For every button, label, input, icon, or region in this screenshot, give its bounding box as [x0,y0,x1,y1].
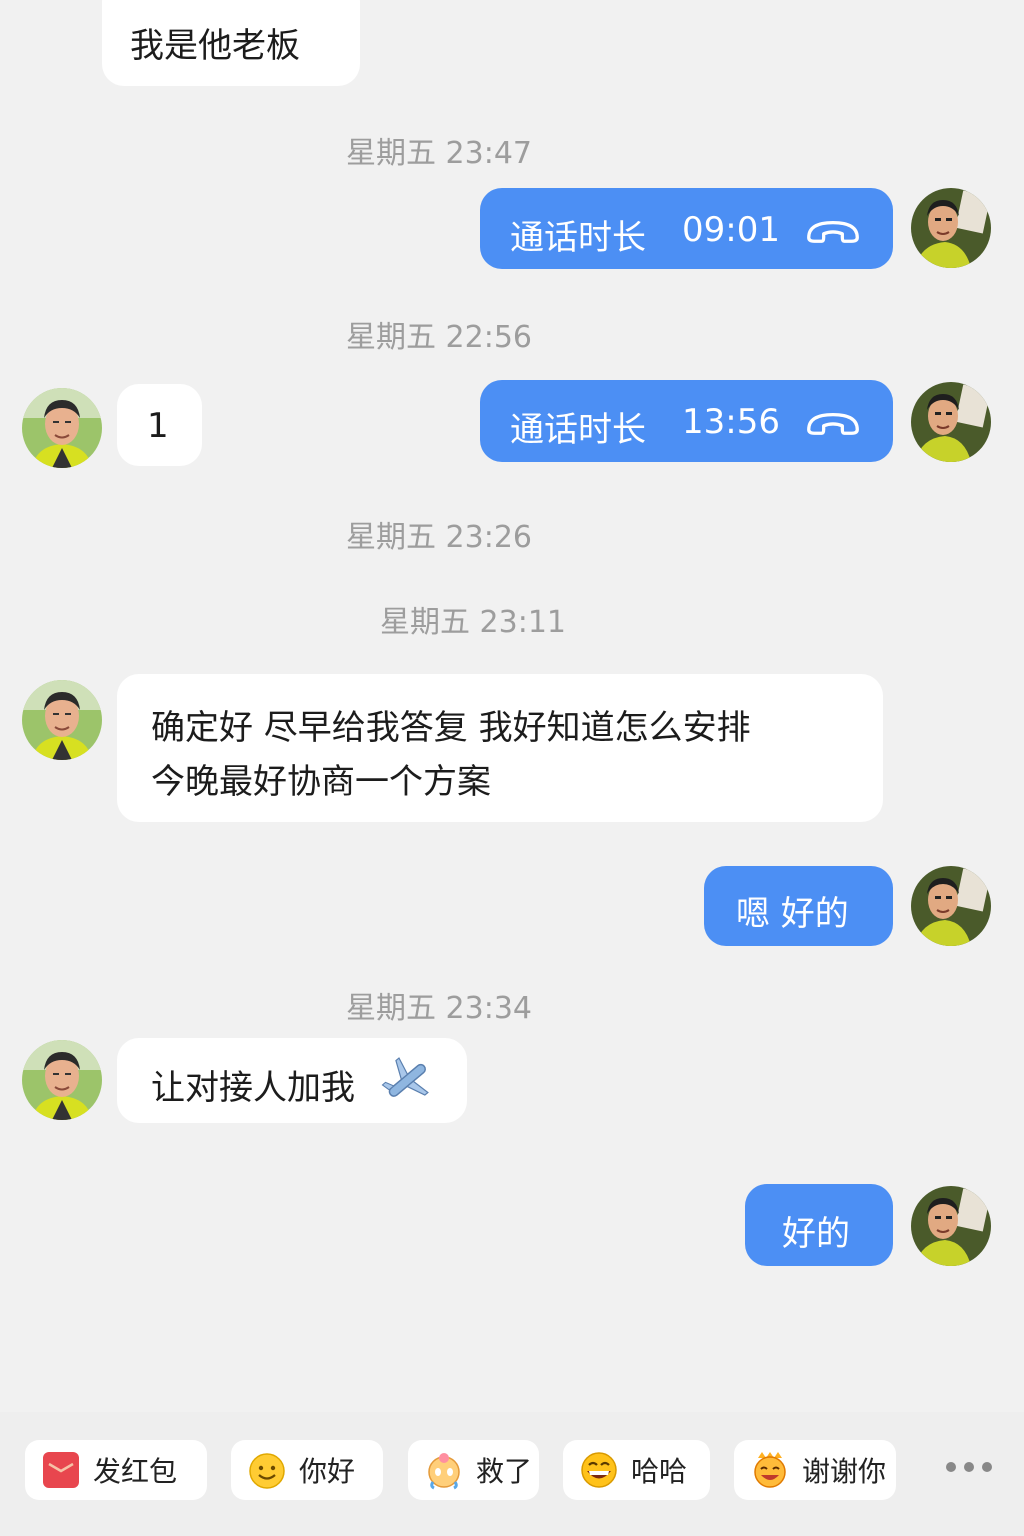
timestamp: 星期五 23:47 [346,136,532,171]
quick-reply-bar: 发红包 你好 救了 哈哈 谢谢你 [0,1412,1024,1536]
message-bubble-incoming[interactable]: 我是他老板 [102,0,360,86]
quick-reply-label: 发红包 [93,1455,178,1488]
airplane-emoji-icon [381,1057,429,1097]
timestamp: 星期五 23:34 [346,991,532,1026]
laugh-emoji-icon [581,1452,617,1488]
message-bubble-incoming[interactable]: 1 [117,384,202,466]
call-duration-label: 通话时长 [510,218,646,258]
contact-avatar[interactable] [22,680,102,760]
my-avatar[interactable] [911,382,991,462]
quick-reply-hello[interactable]: 你好 [231,1440,383,1500]
call-duration-value: 09:01 [682,210,780,250]
message-text: 让对接人加我 [151,1068,355,1108]
quick-reply-label: 救了 [476,1455,533,1488]
contact-avatar[interactable] [22,1040,102,1120]
quick-reply-label: 你好 [299,1455,356,1488]
timestamp: 星期五 22:56 [346,320,532,355]
my-avatar[interactable] [911,1186,991,1266]
quick-reply-label: 谢谢你 [802,1455,887,1488]
message-text: 我是他老板 [130,26,300,66]
crying-emoji-icon [428,1453,460,1490]
phone-hangup-icon [805,217,861,245]
message-bubble-outgoing[interactable]: 嗯 好的 [704,866,893,946]
quick-reply-red-packet[interactable]: 发红包 [25,1440,207,1500]
message-text: 1 [147,406,169,446]
thanks-emoji-icon [754,1452,786,1488]
quick-reply-thanks[interactable]: 谢谢你 [734,1440,896,1500]
call-duration-label: 通话时长 [510,410,646,450]
phone-hangup-icon [805,409,861,437]
my-avatar[interactable] [911,188,991,268]
message-text: 好的 [782,1214,850,1254]
more-dots-icon[interactable] [946,1462,992,1472]
call-duration-value: 13:56 [682,402,780,442]
quick-reply-saved[interactable]: 救了 [408,1440,539,1500]
message-text: 嗯 好的 [736,894,849,934]
message-bubble-outgoing[interactable]: 好的 [745,1184,893,1266]
call-record-bubble[interactable]: 通话时长 13:56 [480,380,893,462]
smile-emoji-icon [249,1453,285,1489]
call-record-bubble[interactable]: 通话时长 09:01 [480,188,893,269]
timestamp: 星期五 23:26 [346,520,532,555]
my-avatar[interactable] [911,866,991,946]
red-packet-icon [43,1452,79,1488]
quick-reply-label: 哈哈 [631,1455,688,1488]
quick-reply-haha[interactable]: 哈哈 [563,1440,710,1500]
message-text-line: 确定好 尽早给我答复 我好知道怎么安排 [151,708,751,748]
contact-avatar[interactable] [22,388,102,468]
message-text-line: 今晚最好协商一个方案 [151,762,491,802]
message-bubble-incoming[interactable]: 让对接人加我 [117,1038,467,1123]
message-bubble-incoming[interactable]: 确定好 尽早给我答复 我好知道怎么安排 今晚最好协商一个方案 [117,674,883,822]
timestamp: 星期五 23:11 [380,605,566,640]
